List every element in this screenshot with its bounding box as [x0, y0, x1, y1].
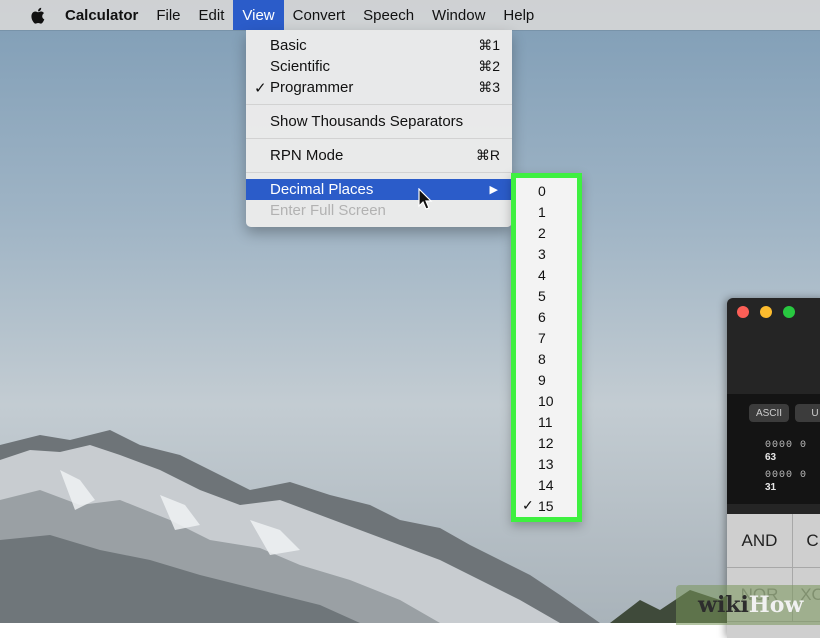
option-label: 1	[538, 203, 546, 220]
menu-view[interactable]: View	[233, 0, 284, 30]
checkmark-icon: ✓	[254, 79, 267, 97]
option-label: 14	[538, 476, 554, 493]
mouse-cursor-icon	[418, 188, 433, 210]
menu-item-scientific[interactable]: Scientific ⌘2	[246, 56, 512, 77]
zoom-window-button[interactable]	[783, 306, 795, 318]
shortcut-label: ⌘1	[478, 37, 500, 53]
menu-item-label: Basic	[270, 37, 307, 54]
checkmark-icon: ✓	[522, 497, 534, 513]
watermark-part: How	[748, 592, 804, 618]
menu-item-label: Scientific	[270, 58, 331, 75]
option-label: 2	[538, 224, 546, 241]
menu-item-programmer[interactable]: ✓ Programmer ⌘3	[246, 77, 512, 98]
menu-window[interactable]: Window	[423, 0, 494, 30]
option-label: 10	[538, 392, 554, 409]
decimal-places-submenu: 0 1 2 3 4 5 6 7 8 9 10 11 12 13 14 ✓ 15	[511, 173, 582, 522]
decimal-option-11[interactable]: 11	[516, 411, 577, 432]
menu-item-label: Enter Full Screen	[270, 202, 386, 219]
menu-item-enter-full-screen: Enter Full Screen	[246, 200, 512, 221]
apple-icon[interactable]	[22, 7, 52, 24]
menu-item-label: Programmer	[270, 79, 354, 96]
minimize-window-button[interactable]	[760, 306, 772, 318]
option-label: 15	[538, 497, 554, 514]
menu-speech[interactable]: Speech	[354, 0, 423, 30]
decimal-option-0[interactable]: 0	[516, 180, 577, 201]
option-label: 13	[538, 455, 554, 472]
binary-row-upper[interactable]: 0000 0	[765, 440, 807, 451]
bit-index-label: 31	[765, 482, 777, 493]
option-label: 4	[538, 266, 546, 283]
close-window-button[interactable]	[737, 306, 749, 318]
shortcut-label: ⌘2	[478, 58, 500, 74]
menu-item-label: Show Thousands Separators	[270, 113, 464, 130]
shortcut-label: ⌘R	[475, 147, 500, 163]
decimal-option-5[interactable]: 5	[516, 285, 577, 306]
menu-item-rpn-mode[interactable]: RPN Mode ⌘R	[246, 145, 512, 166]
menu-convert[interactable]: Convert	[284, 0, 355, 30]
app-menu-calculator[interactable]: Calculator	[56, 0, 147, 30]
decimal-option-10[interactable]: 10	[516, 390, 577, 411]
menu-item-decimal-places[interactable]: Decimal Places ▶	[246, 179, 512, 200]
and-key[interactable]: AND	[727, 514, 793, 568]
menu-file[interactable]: File	[147, 0, 189, 30]
menu-separator	[246, 104, 512, 105]
ascii-mode-button[interactable]: ASCII	[749, 404, 789, 422]
decimal-option-6[interactable]: 6	[516, 306, 577, 327]
decimal-option-12[interactable]: 12	[516, 432, 577, 453]
menu-separator	[246, 138, 512, 139]
binary-row-lower[interactable]: 0000 0	[765, 470, 807, 481]
decimal-option-2[interactable]: 2	[516, 222, 577, 243]
unicode-mode-button[interactable]: U	[795, 404, 820, 422]
decimal-option-14[interactable]: 14	[516, 474, 577, 495]
bit-index-label: 63	[765, 452, 777, 463]
decimal-option-1[interactable]: 1	[516, 201, 577, 222]
option-label: 0	[538, 182, 546, 199]
decimal-option-13[interactable]: 13	[516, 453, 577, 474]
view-dropdown-menu: Basic ⌘1 Scientific ⌘2 ✓ Programmer ⌘3 S…	[246, 30, 512, 227]
option-label: 6	[538, 308, 546, 325]
decimal-option-8[interactable]: 8	[516, 348, 577, 369]
option-label: 7	[538, 329, 546, 346]
shortcut-label: ⌘3	[478, 79, 500, 95]
menu-item-basic[interactable]: Basic ⌘1	[246, 35, 512, 56]
decimal-option-4[interactable]: 4	[516, 264, 577, 285]
option-label: 5	[538, 287, 546, 304]
watermark-part: wiki	[698, 592, 749, 618]
menu-edit[interactable]: Edit	[190, 0, 234, 30]
decimal-option-3[interactable]: 3	[516, 243, 577, 264]
option-label: 8	[538, 350, 546, 367]
decimal-option-15[interactable]: ✓ 15	[516, 495, 577, 516]
menu-item-label: RPN Mode	[270, 147, 344, 164]
menu-bar: Calculator File Edit View Convert Speech…	[0, 0, 820, 30]
menu-separator	[246, 172, 512, 173]
menu-item-label: Decimal Places	[270, 181, 374, 198]
wikihow-watermark: wiki How	[676, 585, 820, 625]
submenu-arrow-icon: ▶	[489, 184, 498, 196]
option-label: 9	[538, 371, 546, 388]
decimal-option-9[interactable]: 9	[516, 369, 577, 390]
option-label: 12	[538, 434, 554, 451]
menu-item-show-thousands-separators[interactable]: Show Thousands Separators	[246, 111, 512, 132]
clear-key[interactable]: C	[793, 514, 820, 568]
calculator-display: ASCII U 0000 0 63 0000 0 31	[727, 394, 820, 504]
option-label: 11	[538, 413, 553, 430]
option-label: 3	[538, 245, 546, 262]
menu-help[interactable]: Help	[494, 0, 543, 30]
decimal-option-7[interactable]: 7	[516, 327, 577, 348]
